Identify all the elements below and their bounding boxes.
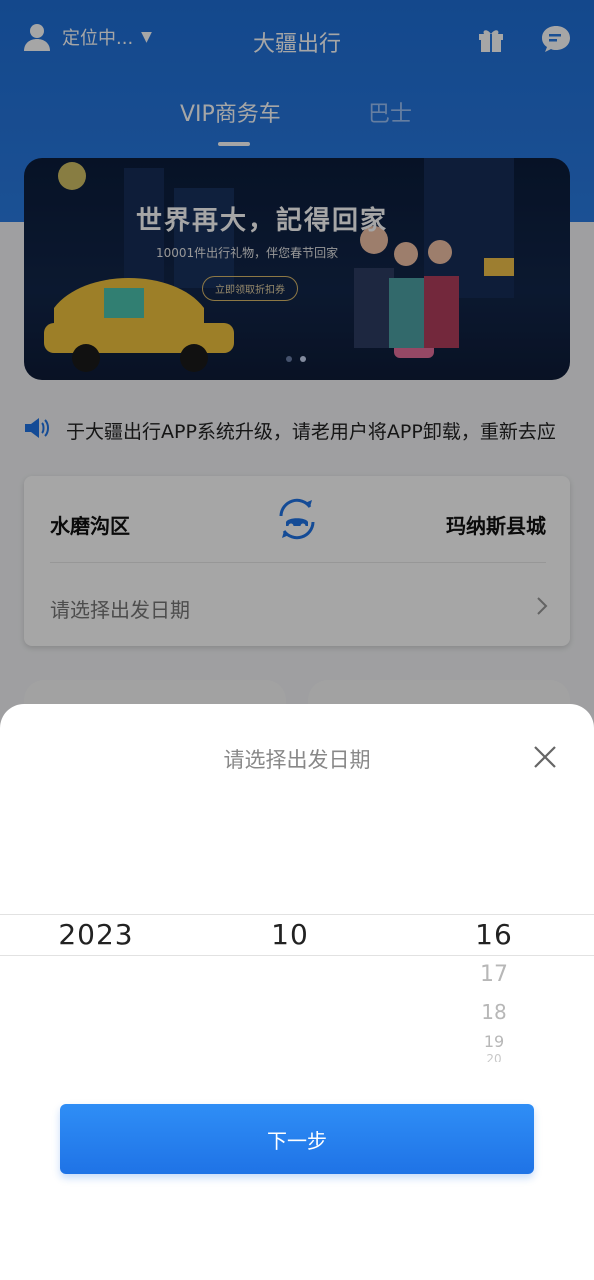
day-option[interactable]: 19 xyxy=(404,1032,584,1051)
day-picker[interactable]: 16 xyxy=(404,918,584,951)
next-step-button[interactable]: 下一步 xyxy=(60,1104,534,1174)
picker-selection-top-line xyxy=(0,914,594,915)
day-option[interactable]: 20 xyxy=(404,1052,584,1062)
day-option[interactable]: 17 xyxy=(404,962,584,987)
picker-selection-bottom-line xyxy=(0,955,594,956)
date-picker-sheet: 请选择出发日期 2023 10 16 17 18 19 20 下一步 xyxy=(0,704,594,1280)
year-picker[interactable]: 2023 xyxy=(6,918,186,951)
sheet-title: 请选择出发日期 xyxy=(223,748,371,772)
month-picker[interactable]: 10 xyxy=(200,918,380,951)
day-option[interactable]: 18 xyxy=(404,1000,584,1024)
close-icon[interactable] xyxy=(532,744,558,774)
